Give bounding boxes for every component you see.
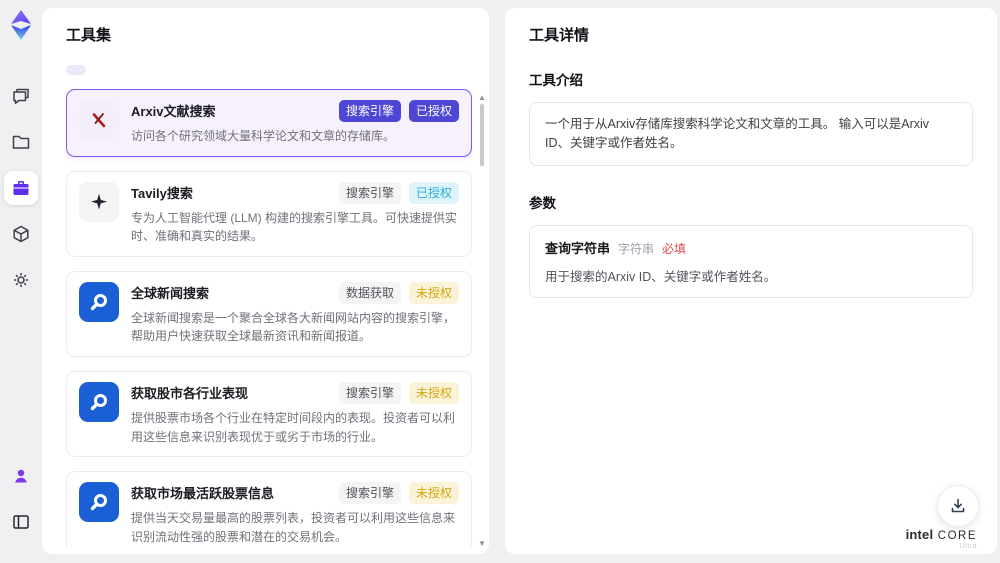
search-app-icon bbox=[90, 494, 107, 511]
tool-title: Tavily搜索 bbox=[131, 185, 193, 201]
tool-card[interactable]: 获取市场最活跃股票信息 搜索引擎 未授权 提供当天交易量最高的股票列表，投资者可… bbox=[66, 471, 472, 547]
details-title: 工具详情 bbox=[529, 27, 590, 44]
intel-brand-text: intel bbox=[905, 526, 934, 542]
tool-description: 专为人工智能代理 (LLM) 构建的搜索引擎工具。可快速提供实时、准确和真实的结… bbox=[131, 210, 458, 244]
tool-title: 获取市场最活跃股票信息 bbox=[131, 486, 275, 502]
core-brand-text: CORE bbox=[937, 529, 977, 542]
param-name: 查询字符串 bbox=[545, 240, 611, 256]
scrollbar-thumb[interactable] bbox=[480, 104, 484, 166]
category-badge: 搜索引擎 bbox=[338, 100, 401, 122]
intro-heading: 工具介绍 bbox=[529, 73, 583, 88]
param-type: 字符串 bbox=[618, 241, 655, 256]
settings-gear-icon bbox=[14, 273, 28, 287]
category-badge: 搜索引擎 bbox=[338, 381, 401, 404]
auth-status-badge: 已授权 bbox=[408, 100, 459, 122]
arxiv-icon bbox=[92, 113, 106, 128]
sidebar-item-tools[interactable] bbox=[4, 171, 38, 205]
tool-list: Arxiv文献搜索 搜索引擎 已授权 访问各个研究领域大量科学论文和文章的存储库… bbox=[66, 89, 472, 547]
intel-core-logo: intel CORE Ultra bbox=[906, 526, 977, 551]
tool-card[interactable]: 全球新闻搜索 数据获取 未授权 全球新闻搜索是一个聚合全球各大新闻网站内容的搜索… bbox=[66, 270, 472, 357]
intro-text: 一个用于从Arxiv存储库搜索科学论文和文章的工具。 输入可以是Arxiv ID… bbox=[545, 117, 930, 150]
category-badge: 搜索引擎 bbox=[338, 482, 401, 505]
page-title: 工具集 bbox=[66, 27, 112, 44]
auth-status-badge: 已授权 bbox=[408, 181, 459, 204]
tool-title: 全球新闻搜索 bbox=[131, 285, 210, 301]
category-tabs bbox=[66, 65, 479, 75]
app-logo bbox=[11, 10, 31, 40]
sidebar-item-settings[interactable] bbox=[4, 263, 38, 297]
param-required-flag: 必填 bbox=[662, 241, 687, 256]
category-badge: 数据获取 bbox=[338, 281, 401, 304]
tool-title: Arxiv文献搜索 bbox=[131, 104, 216, 119]
collapse-sidebar-button[interactable] bbox=[4, 505, 38, 539]
param-box: 查询字符串 字符串 必填 用于搜索的Arxiv ID、关键字或作者姓名。 bbox=[529, 224, 973, 298]
tools-panel: 工具集 Arxiv文献搜索 搜索引擎 已授权 访问各个研究领域大量科学论文和文章… bbox=[42, 8, 489, 554]
scroll-up-arrow-icon[interactable]: ▲ bbox=[477, 94, 487, 102]
tool-list-scrollbar: ▲ ▼ bbox=[477, 94, 487, 556]
params-heading: 参数 bbox=[529, 195, 556, 211]
intro-box: 一个用于从Arxiv存储库搜索科学论文和文章的工具。 输入可以是Arxiv ID… bbox=[529, 102, 973, 166]
search-app-icon bbox=[90, 393, 107, 411]
tool-description: 提供当天交易量最高的股票列表，投资者可以利用这些信息来识别流动性强的股票和潜在的… bbox=[131, 511, 456, 544]
ultra-brand-text: Ultra bbox=[959, 543, 977, 551]
tool-description: 访问各个研究领域大量科学论文和文章的存储库。 bbox=[131, 129, 396, 143]
chat-icon bbox=[13, 88, 29, 105]
auth-status-badge: 未授权 bbox=[408, 281, 459, 304]
folder-icon bbox=[12, 135, 30, 149]
tool-title: 获取股市各行业表现 bbox=[131, 385, 249, 401]
tool-description: 提供股票市场各个行业在特定时间段内的表现。投资者可以利用这些信息来识别表现优于或… bbox=[131, 410, 456, 444]
sidebar-item-account[interactable] bbox=[4, 459, 38, 493]
tool-details-panel: 工具详情 工具介绍 一个用于从Arxiv存储库搜索科学论文和文章的工具。 输入可… bbox=[505, 8, 997, 554]
sidebar-item-packages[interactable] bbox=[4, 217, 38, 251]
toolbox-icon bbox=[13, 181, 29, 195]
collapse-panel-icon bbox=[13, 515, 29, 529]
tool-description: 全球新闻搜索是一个聚合全球各大新闻网站内容的搜索引擎，帮助用户快速获取全球最新资… bbox=[131, 310, 456, 344]
auth-status-badge: 未授权 bbox=[408, 381, 459, 404]
search-app-icon bbox=[90, 293, 107, 310]
scroll-down-arrow-icon[interactable]: ▼ bbox=[477, 540, 487, 548]
tool-card[interactable]: Tavily搜索 搜索引擎 已授权 专为人工智能代理 (LLM) 构建的搜索引擎… bbox=[66, 170, 472, 257]
tool-card[interactable]: 获取股市各行业表现 搜索引擎 未授权 提供股票市场各个行业在特定时间段内的表现。… bbox=[66, 370, 472, 458]
auth-status-badge: 未授权 bbox=[408, 482, 459, 505]
package-icon bbox=[13, 225, 29, 243]
tool-card[interactable]: Arxiv文献搜索 搜索引擎 已授权 访问各个研究领域大量科学论文和文章的存储库… bbox=[66, 89, 472, 157]
category-badge: 搜索引擎 bbox=[338, 181, 401, 204]
left-rail bbox=[0, 0, 42, 563]
sidebar-item-files[interactable] bbox=[4, 125, 38, 159]
param-description: 用于搜索的Arxiv ID、关键字或作者姓名。 bbox=[545, 269, 777, 284]
download-icon bbox=[951, 498, 965, 513]
category-tab[interactable] bbox=[66, 65, 86, 75]
sidebar-item-chat[interactable] bbox=[4, 79, 38, 113]
user-avatar-icon bbox=[15, 469, 27, 483]
tavily-star-icon bbox=[91, 193, 107, 210]
download-button[interactable] bbox=[937, 485, 979, 527]
